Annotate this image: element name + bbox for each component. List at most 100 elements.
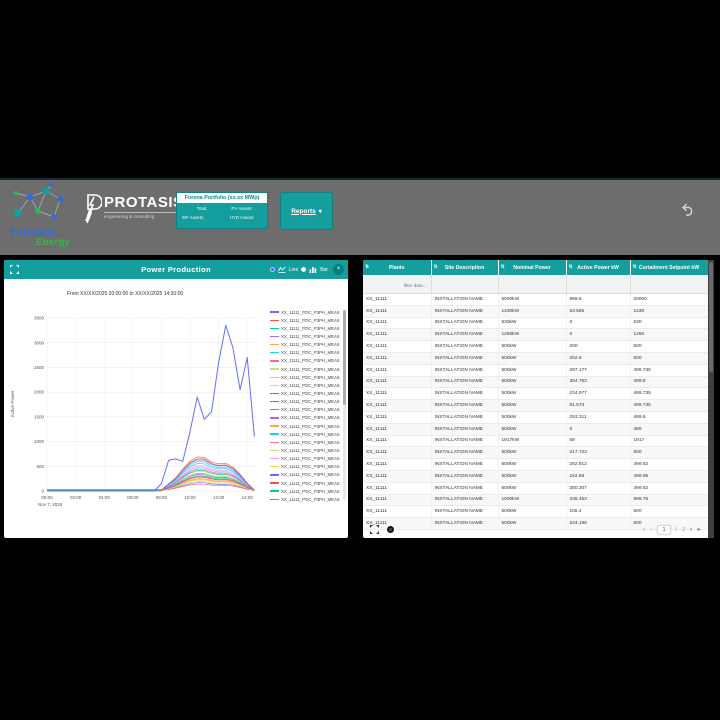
filter-input-4[interactable] xyxy=(631,276,708,294)
filter-input-0[interactable] xyxy=(363,276,431,294)
column-header-3[interactable]: ⇅Active Power kW xyxy=(566,260,630,275)
legend-item[interactable]: XX_11111_POC_P3PH_MEAS xyxy=(270,487,342,495)
filter-cell-3[interactable] xyxy=(566,275,630,294)
table-row[interactable]: XX_11111INSTALLATION NAME1000kW338.45399… xyxy=(363,494,708,506)
date-range-text: From XX/XX/2025 00:00:00 to XX/XX/2025 1… xyxy=(67,291,183,297)
protasis-tagline: engineering & consulting xyxy=(104,212,184,219)
table-row[interactable]: XX_11111INSTALLATION NAME500kW280.307499… xyxy=(363,482,708,494)
legend-item[interactable]: XX_11111_POC_P3PH_MEAS xyxy=(270,422,342,430)
legend-swatch xyxy=(270,490,279,491)
svg-text:06:00: 06:00 xyxy=(127,495,139,500)
table-row[interactable]: XX_11111INSTALLATION NAME500kW304.763499… xyxy=(363,376,708,388)
undo-icon[interactable] xyxy=(680,202,696,218)
line-mode-radio[interactable] xyxy=(270,267,275,272)
sort-icon[interactable]: ⇅ xyxy=(569,264,573,270)
legend-item[interactable]: XX_11111_POC_P3PH_MEAS xyxy=(270,365,342,373)
table-row[interactable]: XX_11111INSTALLATION NAME5000kW968.62000… xyxy=(363,294,708,306)
legend-item[interactable]: XX_11111_POC_P3PH_MEAS xyxy=(270,324,342,332)
legend-item[interactable]: XX_11111_POC_P3PH_MEAS xyxy=(270,316,342,324)
legend-item[interactable]: XX_11111_POC_P3PH_MEAS xyxy=(270,308,342,316)
sort-icon[interactable]: ⇅ xyxy=(365,264,369,270)
sort-icon[interactable]: ⇅ xyxy=(501,264,505,270)
table-row[interactable]: XX_11111INSTALLATION NAME500kW81.573499.… xyxy=(363,400,708,412)
legend-item[interactable]: XX_11111_POC_P3PH_MEAS xyxy=(270,495,342,503)
total-pages[interactable]: 2 xyxy=(682,527,685,533)
table-row[interactable]: XX_11111INSTALLATION NAME500kW253.311499… xyxy=(363,411,708,423)
table-row[interactable]: XX_11111INSTALLATION NAME500kW242.56499.… xyxy=(363,470,708,482)
sort-icon[interactable]: ⇅ xyxy=(434,264,438,270)
next-page-button[interactable]: › xyxy=(690,527,692,533)
table-cell: XX_11111 xyxy=(363,411,431,423)
table-row[interactable]: XX_11111INSTALLATION NAME500kW202.8500 xyxy=(363,352,708,364)
legend-item[interactable]: XX_11111_POC_P3PH_MEAS xyxy=(270,398,342,406)
current-page[interactable]: 1 xyxy=(657,525,670,535)
table-row[interactable]: XX_11111INSTALLATION NAME500kW105.4500 xyxy=(363,506,708,518)
table-row[interactable]: XX_11111INSTALLATION NAME500kW234.977499… xyxy=(363,388,708,400)
table-cell: 499.95 xyxy=(630,470,708,482)
legend-item[interactable]: XX_11111_POC_P3PH_MEAS xyxy=(270,414,342,422)
filter-input-3[interactable] xyxy=(567,276,630,294)
legend-scrollbar[interactable] xyxy=(343,310,346,500)
table-scrollbar[interactable] xyxy=(708,260,714,538)
forena-network-icon xyxy=(8,183,74,227)
legend-item[interactable]: XX_11111_POC_P3PH_MEAS xyxy=(270,389,342,397)
column-header-1[interactable]: ⇅Site Description xyxy=(431,260,498,275)
table-row[interactable]: XX_11111INSTALLATION NAME500kW217.723500 xyxy=(363,447,708,459)
table-cell: 530 xyxy=(630,317,708,329)
legend-item[interactable]: XX_11111_POC_P3PH_MEAS xyxy=(270,381,342,389)
line-mode-label[interactable]: Line xyxy=(289,267,298,273)
legend-item[interactable]: XX_11111_POC_P3PH_MEAS xyxy=(270,332,342,340)
reports-button[interactable]: Reports ▾ xyxy=(280,192,333,230)
table-cell: INSTALLATION NAME xyxy=(431,341,498,353)
table-row[interactable]: XX_11111INSTALLATION NAME1250kW01250 xyxy=(363,329,708,341)
table-expand-icon[interactable] xyxy=(370,525,379,534)
legend-item[interactable]: XX_11111_POC_P3PH_MEAS xyxy=(270,430,342,438)
close-icon[interactable]: × xyxy=(333,264,344,275)
bar-mode-radio[interactable] xyxy=(301,267,306,272)
table-cell: XX_11111 xyxy=(363,423,431,435)
filter-input-2[interactable] xyxy=(499,276,566,294)
table-drag-dot[interactable] xyxy=(387,526,394,533)
table-row[interactable]: XX_11111INSTALLATION NAME1917kW581917 xyxy=(363,435,708,447)
prev-page-button[interactable]: ‹ xyxy=(651,527,653,533)
table-row[interactable]: XX_11111INSTALLATION NAME500kW200500 xyxy=(363,341,708,353)
legend-item[interactable]: XX_11111_POC_P3PH_MEAS xyxy=(270,479,342,487)
column-header-2[interactable]: ⇅Nominal Power xyxy=(498,260,566,275)
legend-item[interactable]: XX_11111_POC_P3PH_MEAS xyxy=(270,471,342,479)
legend-item[interactable]: XX_11111_POC_P3PH_MEAS xyxy=(270,438,342,446)
legend-label: XX_11111_POC_P3PH_MEAS xyxy=(281,448,340,453)
sort-icon[interactable]: ⇅ xyxy=(633,264,637,270)
last-page-button[interactable]: » xyxy=(697,527,700,533)
first-page-button[interactable]: « xyxy=(643,527,646,533)
table-row[interactable]: XX_11111INSTALLATION NAME1430kW63.565143… xyxy=(363,305,708,317)
legend-item[interactable]: XX_11111_POC_P3PH_MEAS xyxy=(270,373,342,381)
column-header-4[interactable]: ⇅Curtailment Setpoint kW xyxy=(630,260,708,275)
filter-cell-0[interactable] xyxy=(363,275,431,294)
table-cell: XX_11111 xyxy=(363,435,431,447)
legend-label: XX_11111_POC_P3PH_MEAS xyxy=(281,367,340,372)
legend-item[interactable]: XX_11111_POC_P3PH_MEAS xyxy=(270,446,342,454)
table-row[interactable]: XX_11111INSTALLATION NAME500kW297.177499… xyxy=(363,364,708,376)
bar-chart-icon xyxy=(309,266,317,273)
legend-item[interactable]: XX_11111_POC_P3PH_MEAS xyxy=(270,455,342,463)
table-cell: 500 xyxy=(630,506,708,518)
legend-item[interactable]: XX_11111_POC_P3PH_MEAS xyxy=(270,463,342,471)
table-row[interactable]: XX_11111INSTALLATION NAME500kW0489 xyxy=(363,423,708,435)
power-production-panel: Power Production Line Bar × From XX/XX/2… xyxy=(4,260,348,538)
legend-item[interactable]: XX_11111_POC_P3PH_MEAS xyxy=(270,341,342,349)
filter-cell-2[interactable] xyxy=(498,275,566,294)
legend-item[interactable]: XX_11111_POC_P3PH_MEAS xyxy=(270,406,342,414)
table-row[interactable]: XX_11111INSTALLATION NAME500kW292.912499… xyxy=(363,459,708,471)
filter-cell-4[interactable] xyxy=(630,275,708,294)
filter-input-1[interactable] xyxy=(432,276,498,294)
table-cell: XX_11111 xyxy=(363,459,431,471)
table-row[interactable]: XX_11111INSTALLATION NAME530kW0530 xyxy=(363,317,708,329)
filter-cell-1[interactable] xyxy=(431,275,498,294)
legend-swatch xyxy=(270,344,279,345)
bar-mode-label[interactable]: Bar xyxy=(320,267,328,273)
legend-item[interactable]: XX_11111_POC_P3PH_MEAS xyxy=(270,357,342,365)
table-cell: XX_11111 xyxy=(363,482,431,494)
legend-item[interactable]: XX_11111_POC_P3PH_MEAS xyxy=(270,349,342,357)
column-header-0[interactable]: ⇅Plants xyxy=(363,260,431,275)
table-cell: 63.565 xyxy=(566,305,630,317)
